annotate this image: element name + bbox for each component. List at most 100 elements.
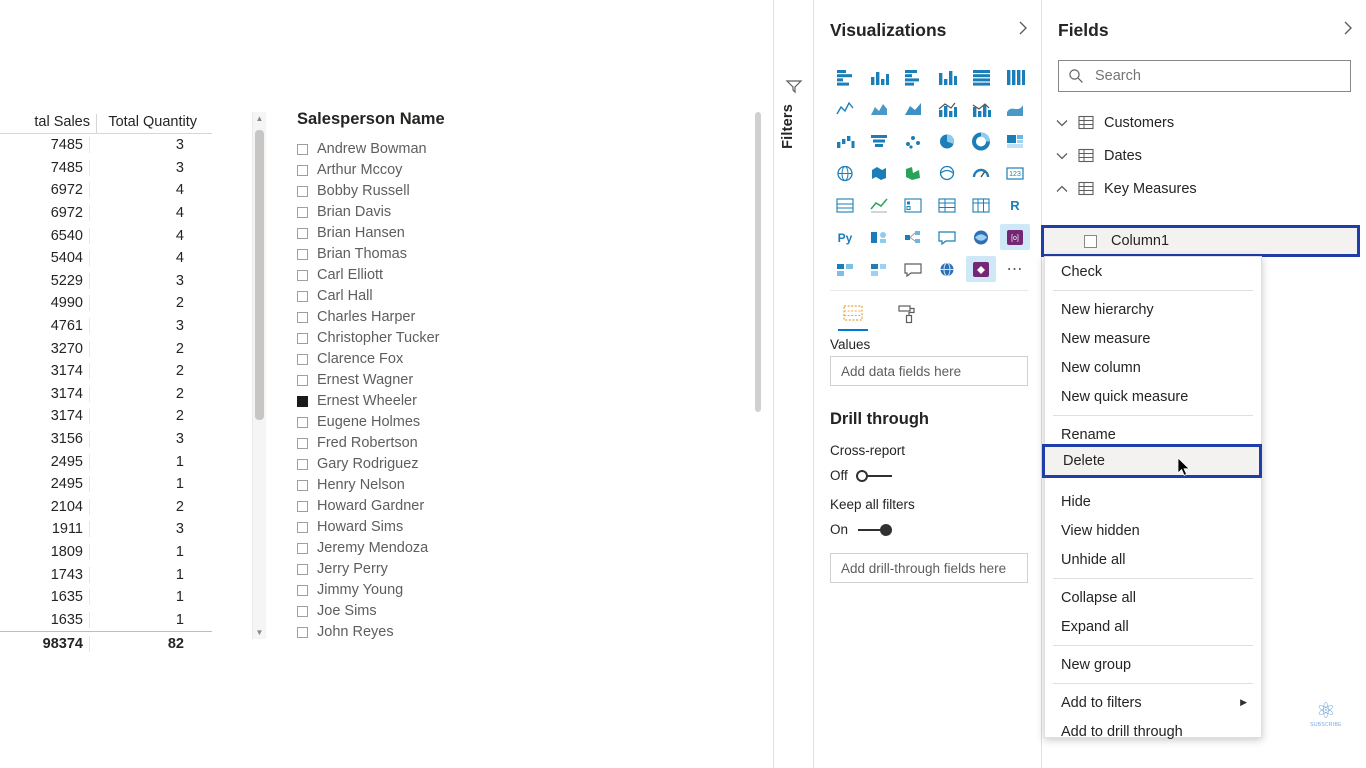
treemap-icon[interactable]: [1000, 128, 1030, 154]
comments-icon[interactable]: [898, 256, 928, 282]
slicer-checkbox[interactable]: [297, 312, 308, 323]
slicer-checkbox[interactable]: [297, 585, 308, 596]
slicer-item[interactable]: Brian Davis: [297, 202, 767, 223]
column-header-total-sales[interactable]: tal Sales: [0, 114, 97, 133]
q-and-a-icon[interactable]: [932, 224, 962, 250]
shape-map-icon[interactable]: [898, 160, 928, 186]
chevron-down-icon[interactable]: [1056, 119, 1078, 127]
key-influencers-icon[interactable]: [864, 224, 894, 250]
table-row[interactable]: 1635 1: [0, 586, 212, 609]
context-menu-item-unhide-all[interactable]: Unhide all: [1045, 545, 1261, 574]
table-row[interactable]: 3174 2: [0, 405, 212, 428]
slicer-checkbox[interactable]: [297, 459, 308, 470]
table-row[interactable]: 3270 2: [0, 337, 212, 360]
scroll-down-icon[interactable]: ▼: [253, 626, 266, 639]
slicer-item[interactable]: Brian Thomas: [297, 244, 767, 265]
chevron-right-icon[interactable]: [1343, 21, 1353, 39]
table-row[interactable]: 7485 3: [0, 134, 212, 157]
context-menu-item-add-to-drill-through[interactable]: Add to drill through: [1045, 717, 1261, 746]
slicer-item[interactable]: Fred Robertson: [297, 433, 767, 454]
context-menu-item-expand-all[interactable]: Expand all: [1045, 612, 1261, 641]
slicer-checkbox[interactable]: [297, 501, 308, 512]
stacked-bar-chart-icon[interactable]: [830, 64, 860, 90]
card-icon[interactable]: 123: [1000, 160, 1030, 186]
table-scrollbar[interactable]: ▲ ▼: [252, 112, 266, 639]
table-row[interactable]: 6972 4: [0, 179, 212, 202]
slicer-checkbox[interactable]: [297, 249, 308, 260]
slicer-item[interactable]: Ernest Wagner: [297, 370, 767, 391]
table-scroll-thumb[interactable]: [255, 130, 264, 420]
power-apps-visual-icon[interactable]: [o]: [1000, 224, 1030, 250]
context-menu-item-hide[interactable]: Hide: [1045, 487, 1261, 516]
table-row[interactable]: 3174 2: [0, 360, 212, 383]
context-menu-item-view-hidden[interactable]: View hidden: [1045, 516, 1261, 545]
table-row[interactable]: 6972 4: [0, 202, 212, 225]
slicer-item[interactable]: Arthur Mccoy: [297, 160, 767, 181]
slicer-visual[interactable]: Salesperson Name Andrew Bowman Arthur Mcc…: [297, 110, 767, 643]
slicer-item[interactable]: Charles Harper: [297, 307, 767, 328]
slicer-item[interactable]: Brian Hansen: [297, 223, 767, 244]
table-row[interactable]: 1743 1: [0, 563, 212, 586]
funnel-chart-icon[interactable]: [864, 128, 894, 154]
slicer-item[interactable]: Gary Rodriguez: [297, 454, 767, 475]
chevron-down-icon[interactable]: [1056, 152, 1078, 160]
table-visual[interactable]: tal Sales Total Quantity 7485 3 7485 3 6972 4…: [0, 105, 212, 653]
slicer-checkbox[interactable]: [297, 564, 308, 575]
slicer-item[interactable]: Christopher Tucker: [297, 328, 767, 349]
slicer-item[interactable]: Joe Sims: [297, 601, 767, 622]
slicer-item[interactable]: Carl Hall: [297, 286, 767, 307]
fields-table-customers[interactable]: Customers: [1042, 106, 1366, 139]
100-stacked-bar-chart-icon[interactable]: [966, 64, 996, 90]
paint-roller-icon[interactable]: [892, 299, 922, 329]
keep-all-filters-toggle[interactable]: [856, 523, 894, 536]
slicer-item[interactable]: Clarence Fox: [297, 349, 767, 370]
pie-chart-icon[interactable]: [932, 128, 962, 154]
table-row[interactable]: 5404 4: [0, 247, 212, 270]
cross-report-toggle[interactable]: [856, 469, 894, 482]
slicer-checkbox[interactable]: [297, 207, 308, 218]
globe-visual-icon[interactable]: [932, 256, 962, 282]
filters-pane-label[interactable]: Filters: [780, 104, 808, 149]
line-and-clustered-column-chart-icon[interactable]: [966, 96, 996, 122]
table-row[interactable]: 4761 3: [0, 315, 212, 338]
scroll-up-icon[interactable]: ▲: [253, 112, 266, 125]
slicer-checkbox[interactable]: [297, 480, 308, 491]
table-row[interactable]: 1911 3: [0, 518, 212, 541]
values-drop-zone[interactable]: Add data fields here: [830, 356, 1028, 386]
table-row[interactable]: 6540 4: [0, 224, 212, 247]
slicer-item[interactable]: Jeremy Mendoza: [297, 538, 767, 559]
table-row[interactable]: 1809 1: [0, 541, 212, 564]
slicer-checkbox[interactable]: [297, 606, 308, 617]
donut-chart-icon[interactable]: [966, 128, 996, 154]
slicer-checkbox[interactable]: [297, 165, 308, 176]
import-visual-icon[interactable]: [864, 256, 894, 282]
python-visual-icon[interactable]: Py: [830, 224, 860, 250]
smart-narrative-icon[interactable]: [966, 224, 996, 250]
get-more-visuals-icon[interactable]: [830, 256, 860, 282]
slicer-item[interactable]: John Reyes: [297, 622, 767, 643]
table-row[interactable]: 3156 3: [0, 428, 212, 451]
chevron-right-icon[interactable]: [1018, 21, 1028, 39]
r-script-visual-icon[interactable]: R: [1000, 192, 1030, 218]
slicer-checkbox[interactable]: [297, 543, 308, 554]
stacked-column-chart-icon[interactable]: [864, 64, 894, 90]
table-row[interactable]: 2495 1: [0, 473, 212, 496]
stacked-area-chart-icon[interactable]: [898, 96, 928, 122]
table-row[interactable]: 4990 2: [0, 292, 212, 315]
ribbon-chart-icon[interactable]: [1000, 96, 1030, 122]
fields-icon[interactable]: [838, 299, 868, 331]
drill-through-drop-zone[interactable]: Add drill-through fields here: [830, 553, 1028, 583]
filter-icon[interactable]: [784, 76, 804, 96]
slicer-checkbox[interactable]: [297, 291, 308, 302]
slicer-checkbox[interactable]: [297, 354, 308, 365]
multi-row-card-icon[interactable]: [830, 192, 860, 218]
table-row[interactable]: 5229 3: [0, 270, 212, 293]
slicer-item[interactable]: Henry Nelson: [297, 475, 767, 496]
column-header-total-quantity[interactable]: Total Quantity: [97, 114, 203, 133]
context-menu-item-check[interactable]: Check: [1045, 257, 1261, 286]
slicer-item[interactable]: Jerry Perry: [297, 559, 767, 580]
100-stacked-column-chart-icon[interactable]: [1000, 64, 1030, 90]
clustered-column-chart-icon[interactable]: [932, 64, 962, 90]
slicer-item[interactable]: Howard Gardner: [297, 496, 767, 517]
filled-map-icon[interactable]: [864, 160, 894, 186]
